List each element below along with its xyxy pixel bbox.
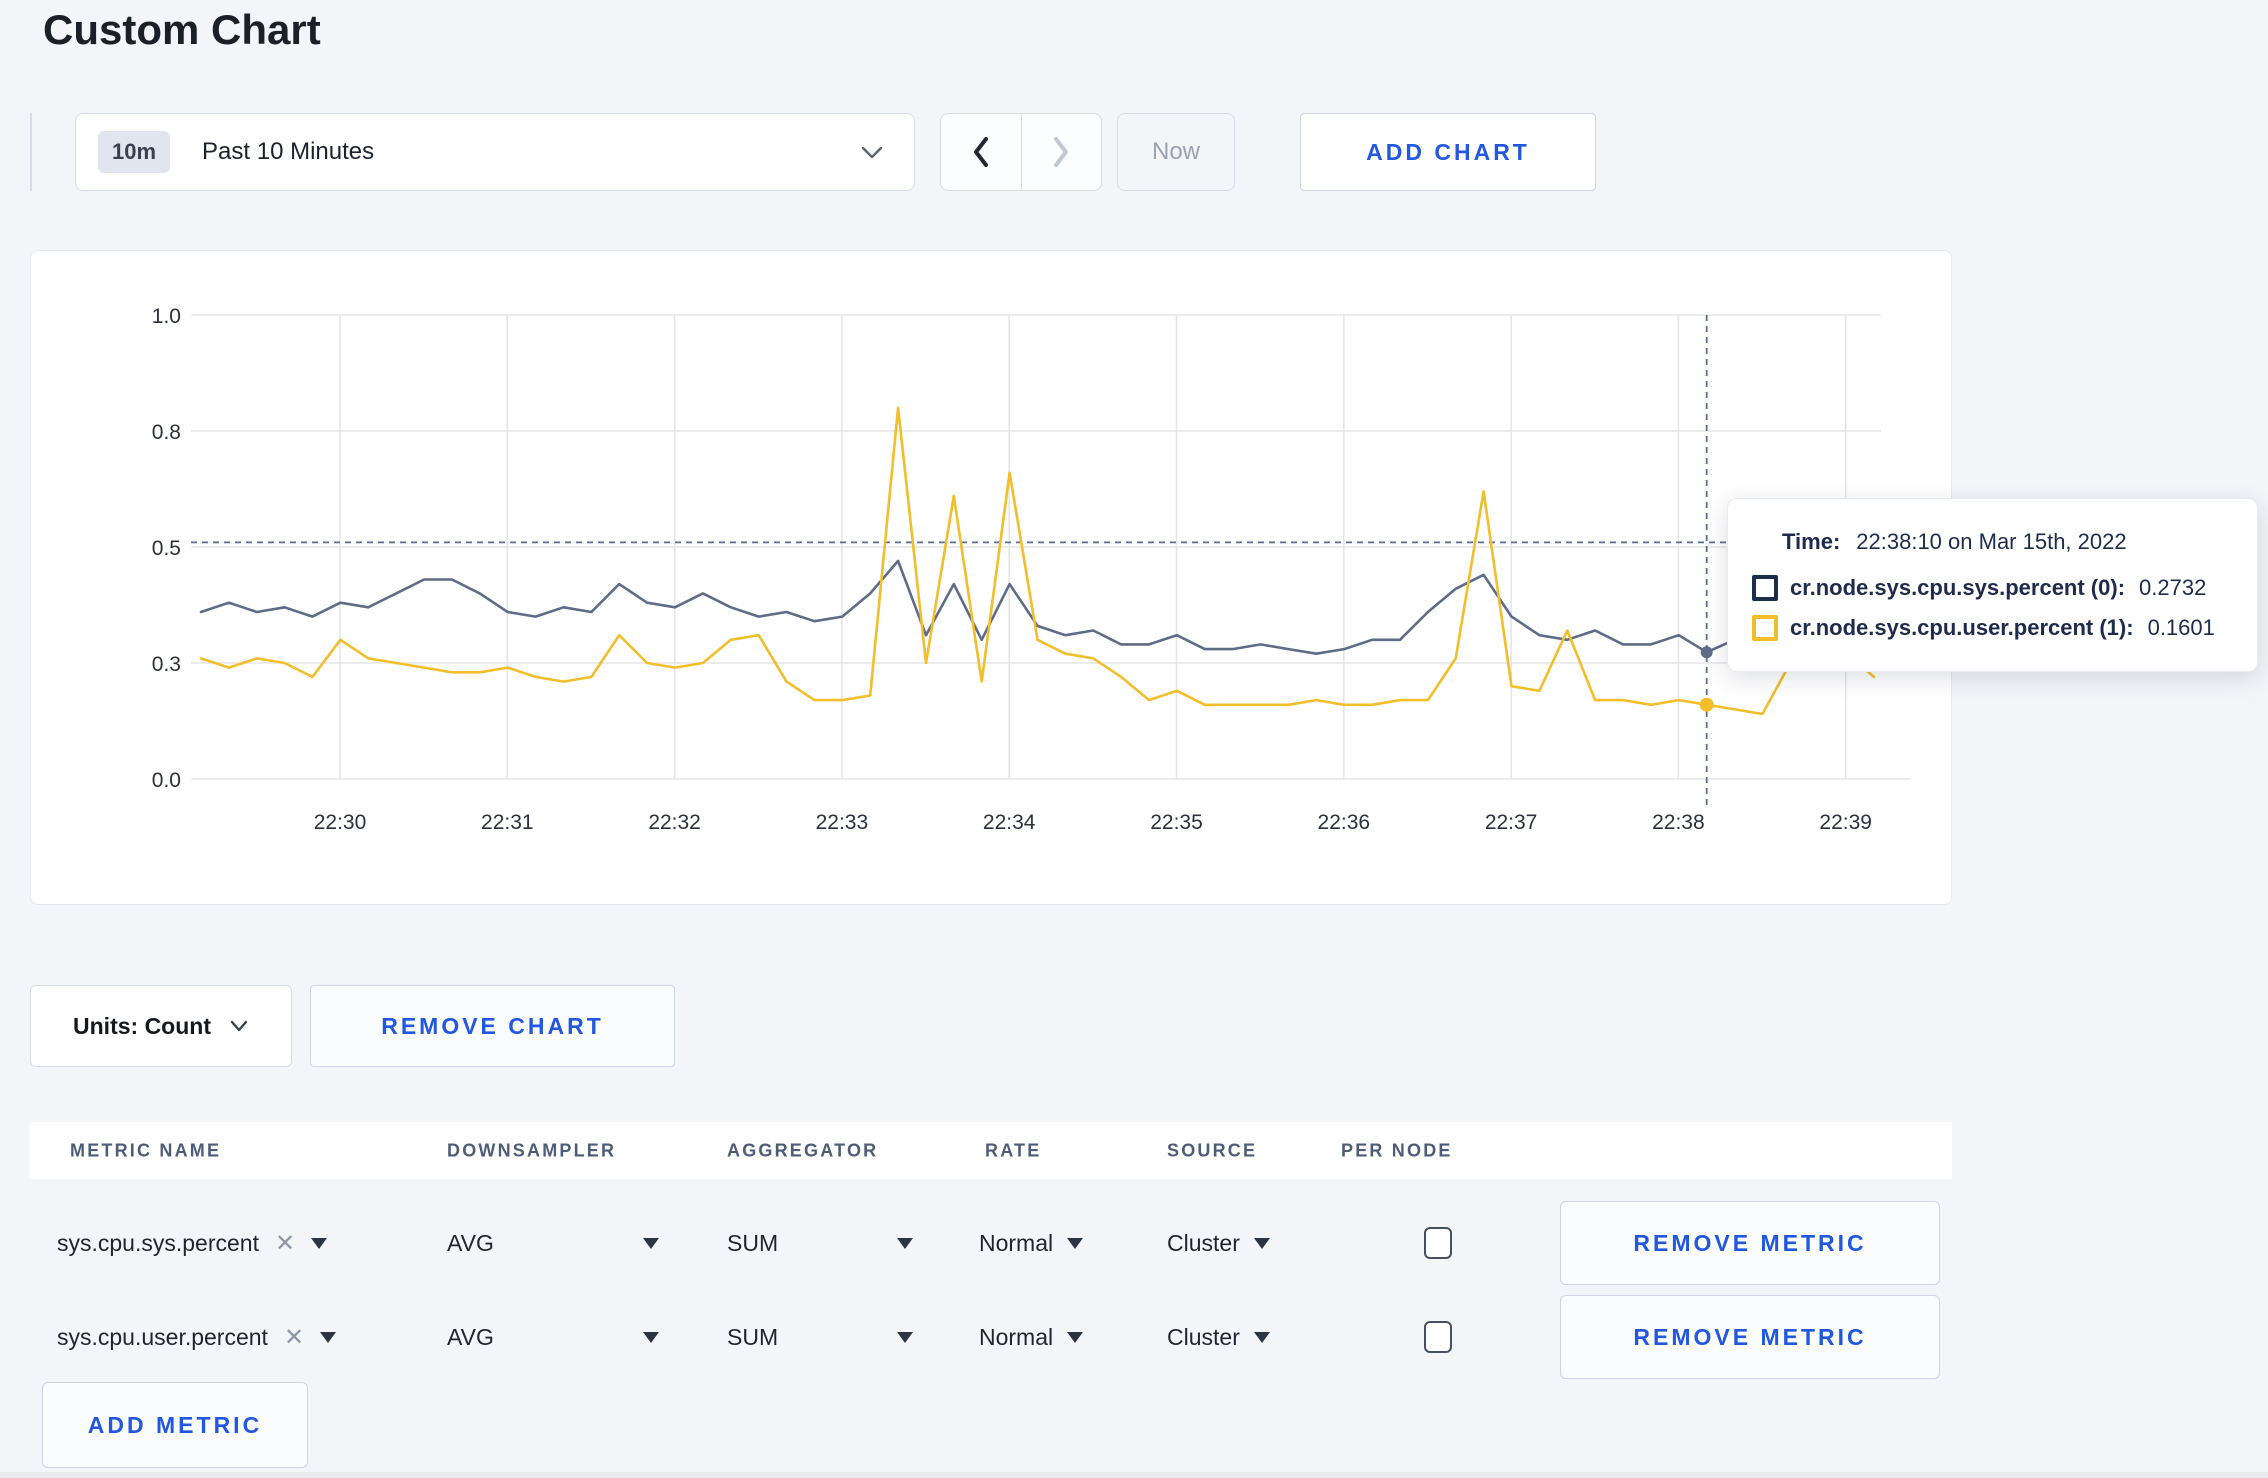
metric-name-select[interactable]: sys.cpu.user.percent ✕ <box>57 1294 337 1380</box>
aggregator-select[interactable]: SUM <box>727 1294 913 1380</box>
metric-name-select[interactable]: sys.cpu.sys.percent ✕ <box>57 1200 328 1286</box>
caret-down-icon <box>643 1237 659 1249</box>
caret-down-icon[interactable] <box>311 1237 328 1249</box>
tooltip-series-row: cr.node.sys.cpu.user.percent (1): 0.1601 <box>1752 615 2231 641</box>
clear-metric-icon[interactable]: ✕ <box>284 1323 304 1352</box>
tooltip-time-label: Time: <box>1782 529 1841 554</box>
rate-value: Normal <box>979 1323 1054 1350</box>
col-header-rate: RATE <box>985 1140 1042 1160</box>
toolbar-divider <box>30 113 32 191</box>
chevron-left-icon <box>973 137 988 167</box>
caret-down-icon <box>897 1331 913 1343</box>
y-tick-label: 0.3 <box>152 653 181 676</box>
metric-row: sys.cpu.sys.percent ✕ AVG SUM Normal Clu… <box>0 1200 2268 1286</box>
add-chart-button[interactable]: ADD CHART <box>1300 113 1596 191</box>
caret-down-icon <box>897 1237 913 1249</box>
x-tick-label: 22:39 <box>1819 811 1872 834</box>
source-select[interactable]: Cluster <box>1167 1200 1270 1286</box>
rate-value: Normal <box>979 1229 1054 1256</box>
clear-metric-icon[interactable]: ✕ <box>275 1229 295 1258</box>
caret-down-icon <box>1253 1331 1270 1343</box>
crosshair-dot-1 <box>1699 697 1714 712</box>
tooltip-series-label: cr.node.sys.cpu.user.percent (1): <box>1790 615 2134 640</box>
chevron-down-icon <box>861 146 883 159</box>
series-line-1 <box>199 406 1876 716</box>
downsampler-select[interactable]: AVG <box>447 1200 659 1286</box>
next-timeframe-button[interactable] <box>1020 114 1102 190</box>
tooltip-time-row: Time: 22:38:10 on Mar 15th, 2022 <box>1782 529 2231 555</box>
remove-chart-button[interactable]: REMOVE CHART <box>310 985 675 1067</box>
source-value: Cluster <box>1167 1229 1240 1256</box>
x-tick-label: 22:31 <box>481 811 534 834</box>
y-tick-label: 0.5 <box>152 537 181 560</box>
custom-chart-page: Custom Chart 10m Past 10 Minutes Now ADD… <box>0 0 2268 1478</box>
remove-metric-button[interactable]: REMOVE METRIC <box>1560 1201 1940 1285</box>
y-tick-label: 0.0 <box>152 769 181 792</box>
chart-card: 0.0 0.3 0.5 0.8 1.0 22:30 22:31 22:32 22:33 22:34… <box>30 250 1952 905</box>
col-header-downsampler: DOWNSAMPLER <box>447 1140 617 1160</box>
per-node-cell <box>1424 1294 1452 1380</box>
chevron-right-icon <box>1054 137 1069 167</box>
x-tick-label: 22:32 <box>648 811 701 834</box>
now-button[interactable]: Now <box>1117 113 1235 191</box>
tooltip-time-value: 22:38:10 on Mar 15th, 2022 <box>1856 529 2127 554</box>
timeframe-nav-group <box>940 113 1102 191</box>
caret-down-icon <box>1253 1237 1270 1249</box>
downsampler-value: AVG <box>447 1229 494 1256</box>
rate-select[interactable]: Normal <box>979 1294 1084 1380</box>
aggregator-value: SUM <box>727 1229 779 1256</box>
per-node-checkbox[interactable] <box>1424 1227 1452 1259</box>
per-node-checkbox[interactable] <box>1424 1321 1452 1353</box>
series-swatch-sys-icon <box>1752 575 1778 601</box>
tooltip-series-row: cr.node.sys.cpu.sys.percent (0): 0.2732 <box>1752 575 2231 601</box>
units-dropdown[interactable]: Units: Count <box>30 985 292 1067</box>
page-bottom-divider <box>0 1472 2268 1478</box>
col-header-metric-name: METRIC NAME <box>70 1140 222 1160</box>
timeframe-dropdown[interactable]: 10m Past 10 Minutes <box>75 113 915 191</box>
downsampler-value: AVG <box>447 1323 494 1350</box>
tooltip-series-value: 0.1601 <box>2147 615 2215 640</box>
aggregator-value: SUM <box>727 1323 779 1350</box>
caret-down-icon <box>1067 1331 1084 1343</box>
metric-name-value: sys.cpu.user.percent <box>57 1323 268 1350</box>
x-tick-label: 22:34 <box>983 811 1036 834</box>
x-tick-label: 22:33 <box>816 811 869 834</box>
x-tick-label: 22:35 <box>1150 811 1203 834</box>
y-tick-label: 1.0 <box>152 305 181 328</box>
aggregator-select[interactable]: SUM <box>727 1200 913 1286</box>
add-metric-button[interactable]: ADD METRIC <box>42 1382 308 1468</box>
timeframe-badge: 10m <box>98 131 171 173</box>
tooltip-series-value: 0.2732 <box>2139 575 2207 600</box>
chevron-down-icon <box>230 1020 248 1032</box>
chart-svg[interactable]: 0.0 0.3 0.5 0.8 1.0 22:30 22:31 22:32 22:33 22:34… <box>31 251 1951 904</box>
page-title: Custom Chart <box>43 6 321 53</box>
caret-down-icon <box>643 1331 659 1343</box>
col-header-source: SOURCE <box>1167 1140 1258 1160</box>
rate-select[interactable]: Normal <box>979 1200 1084 1286</box>
y-tick-label: 0.8 <box>152 421 181 444</box>
x-tick-label: 22:37 <box>1485 811 1538 834</box>
remove-metric-button[interactable]: REMOVE METRIC <box>1560 1295 1940 1379</box>
col-header-per-node: PER NODE <box>1341 1140 1453 1160</box>
metric-name-value: sys.cpu.sys.percent <box>57 1229 259 1256</box>
col-header-aggregator: AGGREGATOR <box>727 1140 879 1160</box>
source-select[interactable]: Cluster <box>1167 1294 1270 1380</box>
prev-timeframe-button[interactable] <box>941 114 1021 190</box>
x-tick-label: 22:38 <box>1652 811 1705 834</box>
caret-down-icon <box>1067 1237 1084 1249</box>
timeframe-label: Past 10 Minutes <box>202 138 375 165</box>
caret-down-icon[interactable] <box>320 1331 337 1343</box>
downsampler-select[interactable]: AVG <box>447 1294 659 1380</box>
metric-row: sys.cpu.user.percent ✕ AVG SUM Normal Cl… <box>0 1294 2268 1380</box>
chart-tooltip: Time: 22:38:10 on Mar 15th, 2022 cr.node.… <box>1727 498 2258 672</box>
source-value: Cluster <box>1167 1323 1240 1350</box>
crosshair-dot-0 <box>1700 646 1713 659</box>
series-swatch-user-icon <box>1752 615 1778 641</box>
tooltip-series-label: cr.node.sys.cpu.sys.percent (0): <box>1790 575 2126 600</box>
x-tick-label: 22:36 <box>1318 811 1371 834</box>
per-node-cell <box>1424 1200 1452 1286</box>
units-label: Units: Count <box>73 1012 211 1039</box>
x-tick-label: 22:30 <box>314 811 367 834</box>
metrics-table-header: METRIC NAME DOWNSAMPLER AGGREGATOR RATE … <box>30 1122 1952 1179</box>
